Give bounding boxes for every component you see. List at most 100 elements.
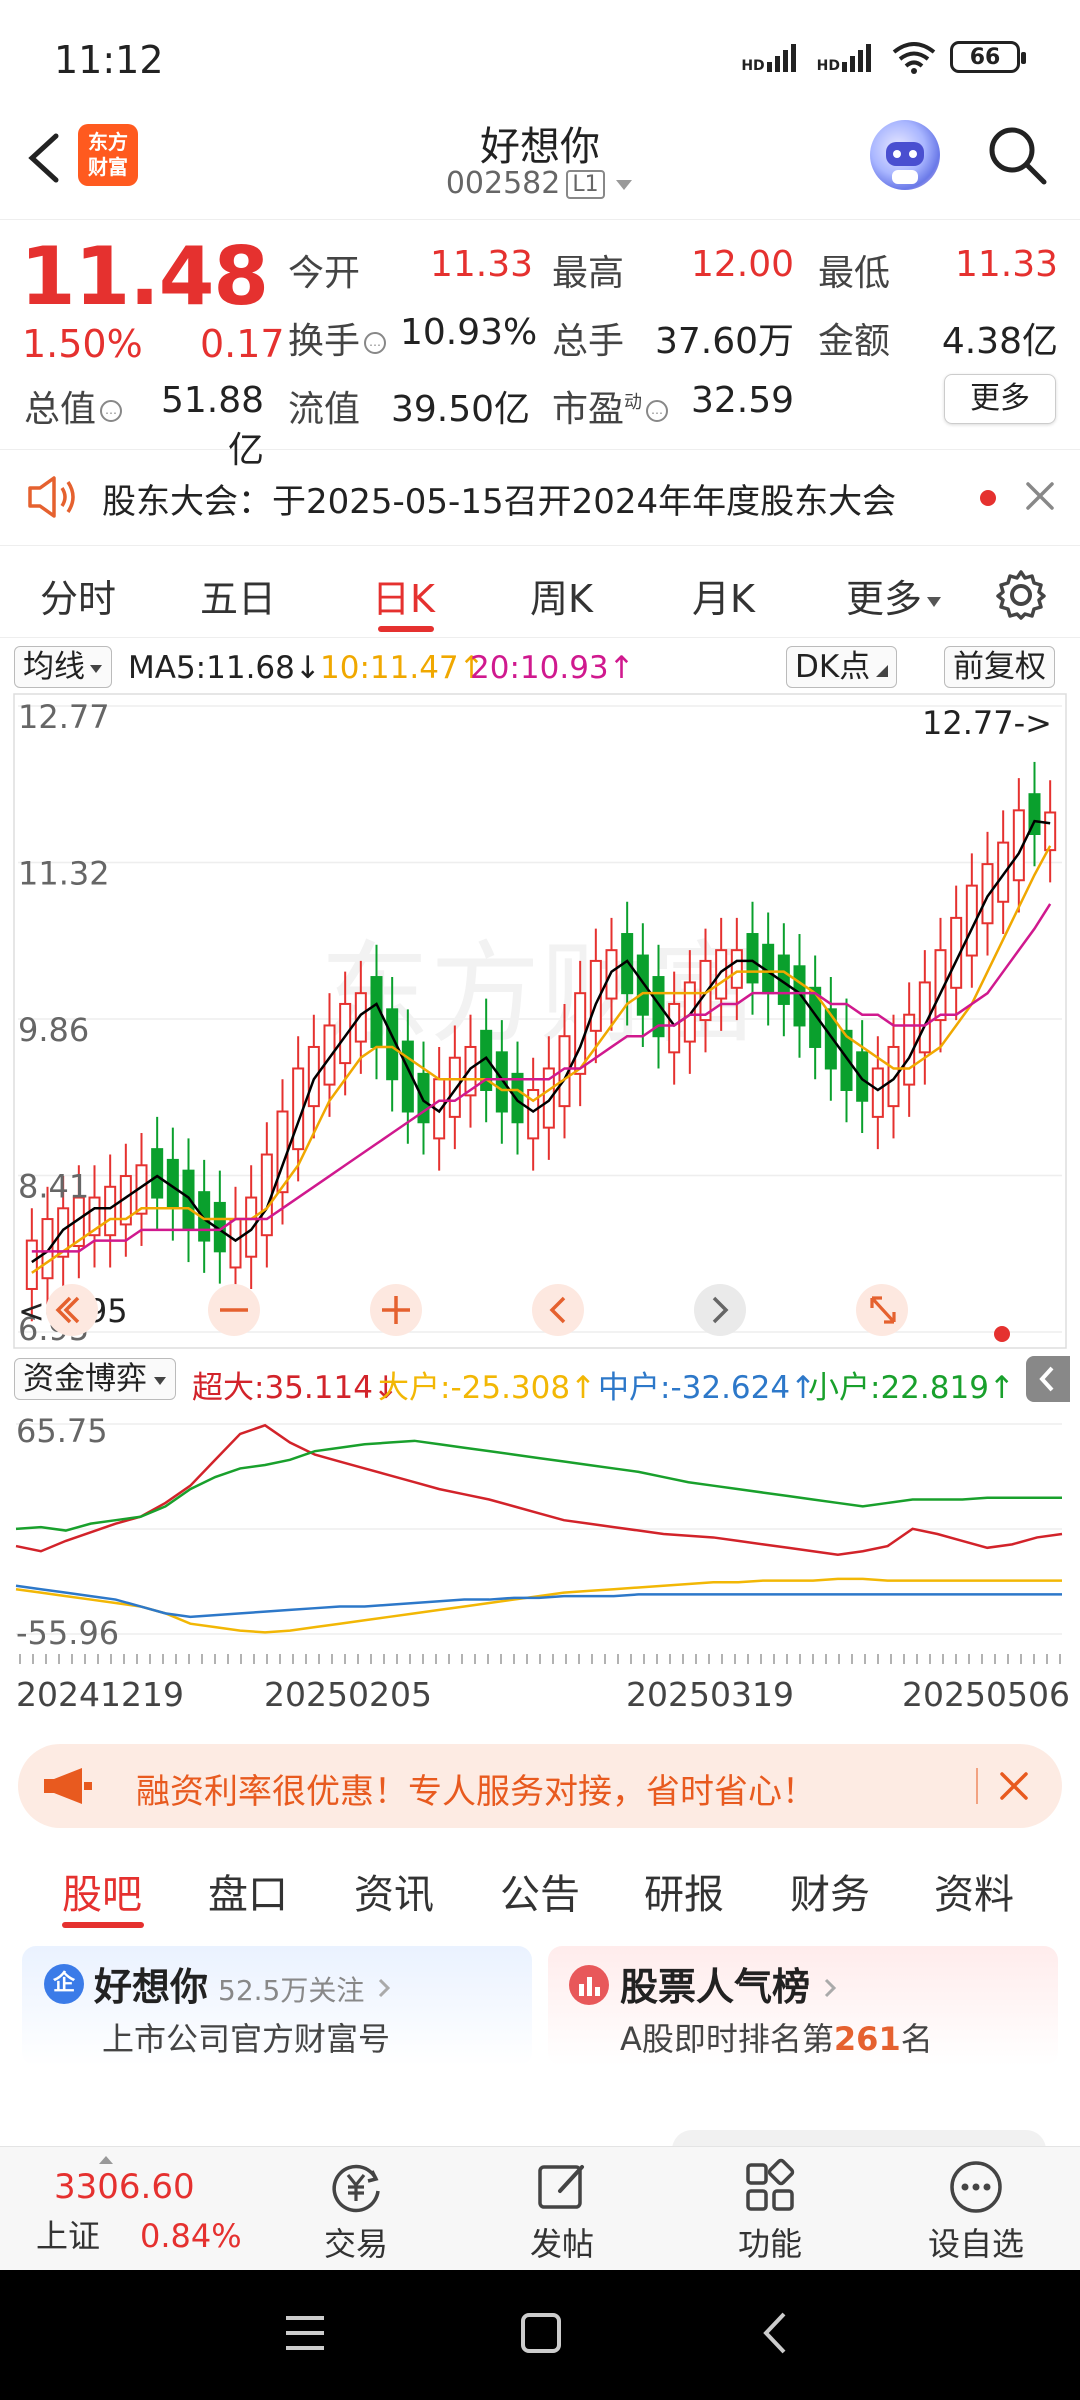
- mktcap-label: 总值…: [24, 380, 123, 432]
- info-icon[interactable]: …: [364, 332, 387, 354]
- signal-icon: HD: [741, 42, 802, 73]
- tab-weekly-k[interactable]: 周K: [530, 568, 593, 623]
- prev-button[interactable]: [532, 1284, 584, 1336]
- candle-body: [339, 1002, 352, 1065]
- back-icon[interactable]: [754, 2310, 800, 2356]
- company-subtitle: 上市公司官方财富号: [102, 2020, 391, 2058]
- market-index[interactable]: 3306.60 上证 0.84%: [36, 2156, 242, 2257]
- amount-value: 4.38亿: [941, 321, 1058, 362]
- zoom-in-button[interactable]: [370, 1284, 422, 1336]
- zoom-out-button[interactable]: [208, 1284, 260, 1336]
- nav-post[interactable]: 发帖: [492, 2157, 632, 2265]
- candle-body: [354, 992, 367, 1043]
- menu-icon[interactable]: [282, 2310, 328, 2356]
- candle-body: [871, 1067, 884, 1118]
- fund-dropdown[interactable]: 资金博弈: [14, 1358, 176, 1400]
- info-icon[interactable]: …: [100, 400, 123, 422]
- caret-up-icon: [99, 2156, 113, 2164]
- tab-daily-k[interactable]: 日K: [372, 568, 435, 623]
- index-change: 0.84%: [140, 2217, 242, 2255]
- bottom-navigation: 3306.60 上证 0.84% 交易 发帖 功能 设自选: [0, 2146, 1080, 2270]
- candle-body: [182, 1169, 195, 1231]
- float-label: 流值: [288, 389, 361, 430]
- tab-monthly-k[interactable]: 月K: [692, 568, 755, 623]
- ma5-label: MA5:11.68↓: [128, 650, 321, 686]
- y-tick-label: 12.77: [18, 698, 110, 736]
- nav-trade[interactable]: 交易: [286, 2157, 426, 2265]
- ai-assistant-robot-icon[interactable]: [870, 120, 940, 190]
- tab-five-day[interactable]: 五日: [200, 568, 276, 623]
- notice-bar[interactable]: 股东大会：于2025-05-15召开2024年年度股东大会: [0, 450, 1080, 546]
- candle-body: [25, 1239, 38, 1290]
- pe-value: 32.59: [690, 380, 794, 421]
- fund-flow-chart[interactable]: 65.75 -55.96: [0, 1404, 1080, 1654]
- more-button[interactable]: 更多: [944, 374, 1056, 424]
- system-navigation-bar: [0, 2270, 1080, 2400]
- company-name: 好想你 52.5万关注: [94, 1956, 394, 2011]
- volume-value: 37.60万: [654, 321, 794, 362]
- caret-down-icon: [927, 596, 942, 607]
- dk-dropdown[interactable]: DK点: [786, 646, 898, 688]
- speaker-icon: [28, 476, 75, 518]
- fullscreen-button[interactable]: [856, 1284, 908, 1336]
- adjust-button[interactable]: 前复权: [944, 646, 1055, 688]
- candle-body: [292, 1067, 305, 1151]
- search-icon[interactable]: [984, 122, 1050, 188]
- next-button[interactable]: [694, 1284, 746, 1336]
- nav-functions[interactable]: 功能: [700, 2157, 840, 2265]
- date-label: 20241219: [16, 1675, 184, 1714]
- quote-panel: 11.48 1.50% 0.17 今开 11.33 最高 12.00 最低 11…: [0, 222, 1080, 471]
- nav-add-watchlist[interactable]: 设自选: [906, 2157, 1046, 2265]
- company-card[interactable]: 企 好想你 52.5万关注 上市公司官方财富号: [22, 1946, 532, 2066]
- status-time: 11:12: [54, 38, 164, 82]
- candle-body: [887, 1045, 900, 1108]
- divider: [976, 1768, 978, 1804]
- current-price: 11.48: [20, 230, 269, 323]
- period-tabs: 分时 五日 日K 周K 月K 更多: [0, 548, 1080, 638]
- candle-body: [323, 1024, 336, 1086]
- tab-profile[interactable]: 资料: [934, 1862, 1014, 1920]
- tab-research[interactable]: 研报: [644, 1862, 724, 1920]
- amount-label: 金额: [818, 321, 891, 362]
- candle-body: [856, 1051, 869, 1102]
- tab-orderbook[interactable]: 盘口: [208, 1862, 288, 1920]
- sort-toggle[interactable]: [672, 2130, 1046, 2146]
- candle-body: [448, 1056, 461, 1118]
- tab-more[interactable]: 更多: [846, 568, 942, 623]
- collapse-panel-button[interactable]: [1026, 1356, 1070, 1402]
- chevron-right-icon: [824, 1978, 837, 1998]
- tab-news[interactable]: 资讯: [354, 1862, 434, 1920]
- home-icon[interactable]: [518, 2310, 564, 2356]
- ma-dropdown[interactable]: 均线: [14, 646, 112, 688]
- info-icon[interactable]: …: [646, 400, 669, 422]
- open-value: 11.33: [430, 244, 534, 285]
- high-label: 最高: [552, 253, 625, 294]
- y-tick-label: 9.86: [18, 1011, 89, 1049]
- promo-text: 融资利率很优惠！专人服务对接，省时省心！: [136, 1772, 816, 1812]
- candle-body: [981, 863, 994, 925]
- fund-indicator-bar: 资金博弈 超大:35.114↓ 大户:-25.308↑ 中户:-32.624↑ …: [0, 1354, 1080, 1406]
- popularity-rank-card[interactable]: 股票人气榜 A股即时排名第261名: [548, 1946, 1058, 2066]
- grid-apps-icon: [746, 2158, 795, 2211]
- caret-down-icon: [154, 1376, 166, 1385]
- tab-announcements[interactable]: 公告: [500, 1862, 580, 1920]
- tab-financials[interactable]: 财务: [790, 1862, 870, 1920]
- close-icon[interactable]: [1022, 478, 1058, 514]
- big-order-label: 超大:35.114↓: [192, 1370, 399, 1406]
- medium-order-label: 中户:-32.624↑: [598, 1370, 817, 1406]
- caret-down-icon: [616, 179, 633, 190]
- date-label: 20250506: [902, 1675, 1070, 1714]
- close-icon[interactable]: [996, 1768, 1032, 1804]
- follower-count: 52.5万关注: [218, 1974, 365, 2007]
- stock-header: 东方 财富 好想你 002582 L1: [0, 100, 1080, 220]
- candlestick-chart[interactable]: 东方财富 12.7711.329.868.416.95 12.77-> <-6.…: [0, 692, 1080, 1352]
- tab-forum[interactable]: 股吧: [62, 1862, 142, 1920]
- candle-body: [715, 949, 728, 1000]
- pe-label: 市盈动…: [552, 380, 669, 432]
- turnover-value: 10.93%: [400, 312, 538, 353]
- gear-icon[interactable]: [994, 568, 1048, 622]
- promo-banner[interactable]: 融资利率很优惠！专人服务对接，省时省心！: [18, 1744, 1062, 1828]
- rewind-button[interactable]: [46, 1284, 98, 1336]
- tab-intraday[interactable]: 分时: [40, 568, 116, 623]
- change-amount: 0.17: [200, 322, 285, 366]
